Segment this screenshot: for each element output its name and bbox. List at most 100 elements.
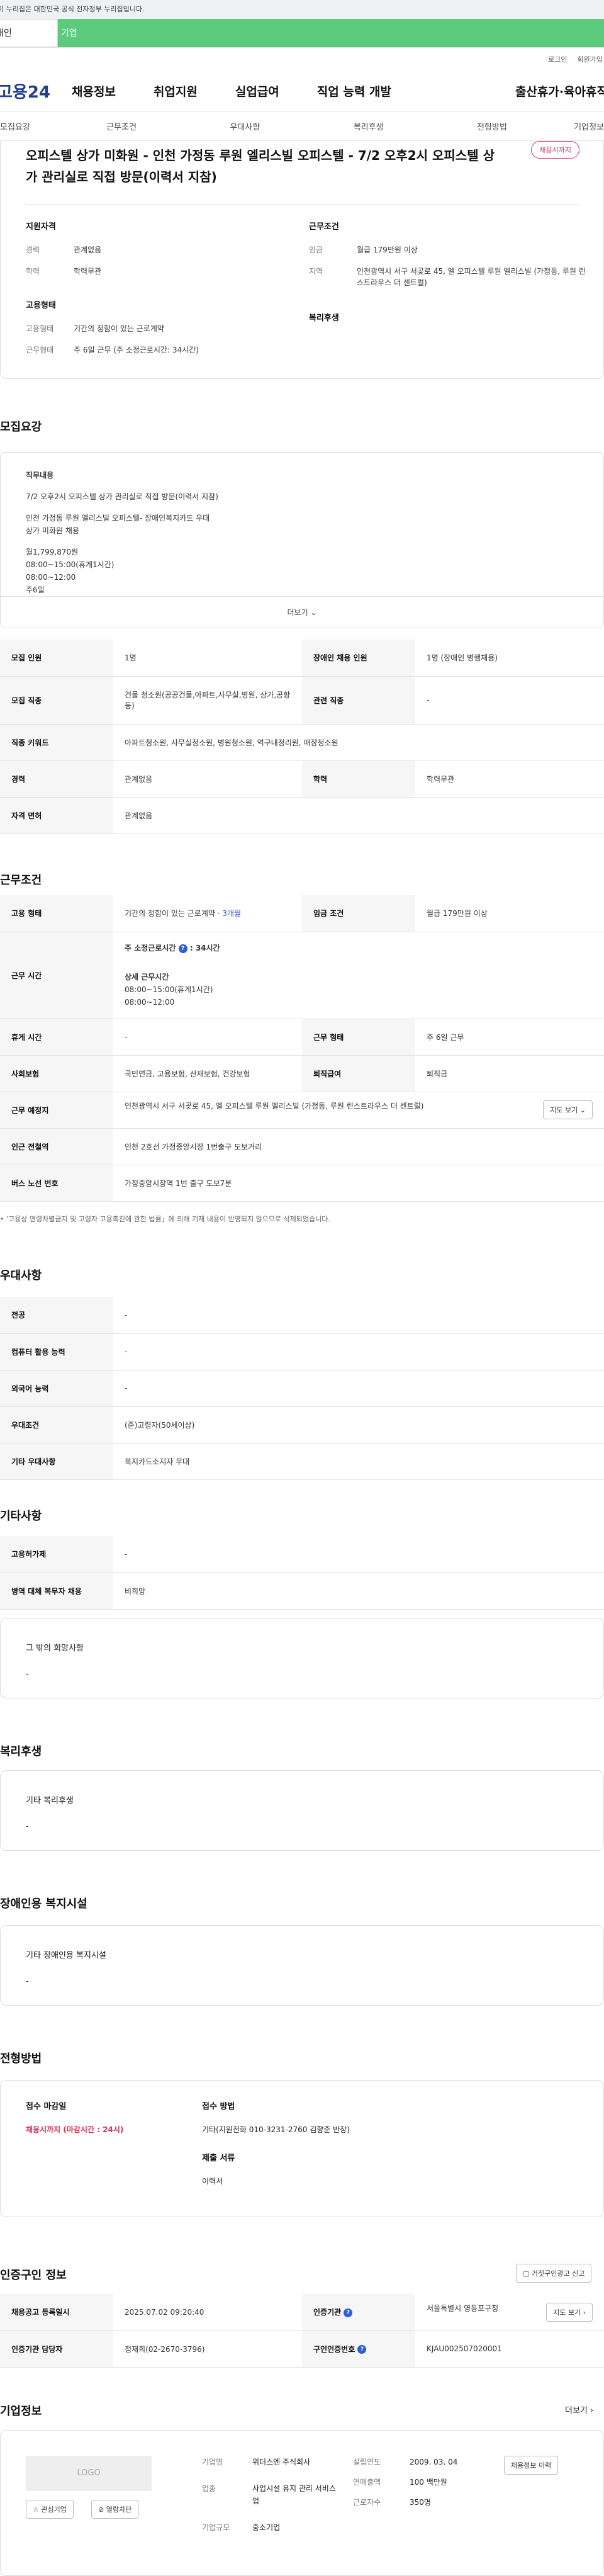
method-label: 접수 방법	[202, 2102, 235, 2111]
label: 임금 조건	[302, 895, 415, 932]
value: (준)고령자(50세이상)	[113, 1406, 604, 1443]
label: 사회보험	[0, 1055, 113, 1092]
value: -	[415, 676, 604, 725]
gnb-item[interactable]: 직업 능력 개발	[317, 82, 391, 99]
duty-line	[26, 503, 578, 512]
label: 병역 대체 복무자 채용	[0, 1573, 113, 1610]
duty-line: 08:00~12:00	[26, 573, 76, 582]
company-logo: LOGO	[26, 2456, 152, 2491]
info-icon[interactable]: ?	[344, 2308, 353, 2317]
snb-item[interactable]: 전형방법	[430, 120, 554, 132]
value: 주 6일 근무 (주 소정근로시간: 34시간)	[74, 346, 199, 354]
value: 1명	[113, 640, 302, 677]
ban-icon: ⊘	[98, 2505, 104, 2514]
gnb-item[interactable]: 채용정보	[72, 82, 116, 99]
login-link[interactable]: 로그인	[548, 54, 567, 64]
label: 임금	[309, 246, 323, 254]
tab-company[interactable]: 기업	[58, 19, 604, 47]
snb-item[interactable]: 기업정보	[554, 120, 604, 132]
emp-heading: 고용형태	[26, 301, 56, 310]
duty-line: 상가 미화원 채용	[26, 526, 79, 535]
etc-table: 고용허가제 - 병역 대체 복무자 채용 비희망	[0, 1536, 604, 1610]
section-title: 근무조건	[0, 874, 42, 887]
cert-table: 채용공고 등록일시 2025.07.02 09:20:40 인증기관 ? 서울특별시 …	[0, 2294, 604, 2368]
value: 월급 179만원 이상	[357, 246, 418, 254]
section-title: 모집요강	[0, 421, 42, 434]
gnb-item[interactable]: 출산휴가·육아휴직	[515, 82, 604, 99]
value: 비희망	[113, 1573, 604, 1610]
etc-box: 그 밖의 희망사항 -	[0, 1618, 604, 1698]
duty-line: 7/2 오후2시 오피스텔 상가 관리실로 직접 방문(이력서 지참)	[26, 492, 218, 501]
box-value: -	[26, 1669, 29, 1679]
snb-item[interactable]: 모집요강	[0, 120, 60, 132]
company-more-link[interactable]: 더보기 ›	[565, 2404, 593, 2415]
fav-button[interactable]: ☆ 관심기업	[26, 2500, 74, 2519]
section-title: 복리후생	[0, 1745, 42, 1758]
gov-banner: 이 누리집은 대한민국 공식 전자정부 누리집입니다.	[0, 0, 604, 19]
value: 기간의 정함이 있는 근로계약	[74, 324, 164, 333]
deadline-badge: 채용시까지	[531, 141, 579, 159]
value: 학력무관	[415, 760, 604, 798]
snb-item[interactable]: 근무조건	[60, 120, 183, 132]
report-button[interactable]: ▢ 거짓구인광고 신고	[516, 2264, 592, 2283]
site-logo[interactable]: 고용24	[0, 79, 72, 103]
label: 경력	[0, 760, 113, 798]
value: 학력무관	[74, 267, 102, 276]
qual-heading: 지원자격	[26, 222, 56, 232]
duty-line: 인천 가정동 루원 엘리스빌 오피스텔- 장애인복지카드 우대	[26, 514, 210, 523]
map-button[interactable]: 지도 보기 ›	[546, 2302, 593, 2322]
label: 버스 노선 번호	[0, 1165, 113, 1202]
info-icon[interactable]: ?	[178, 944, 187, 953]
gnb-item[interactable]: 취업지원	[154, 82, 198, 99]
label: 인증기관 ?	[302, 2294, 415, 2331]
company-jobs-button[interactable]: 채용정보 이력	[504, 2456, 559, 2475]
label: 고용허가제	[0, 1536, 113, 1573]
info-icon[interactable]: ?	[357, 2345, 367, 2354]
label: 장애인 채용 인원	[302, 640, 415, 677]
star-icon: ☆	[33, 2505, 39, 2514]
value: 관계없음	[113, 797, 604, 834]
docs-value: 이력서	[202, 2177, 223, 2186]
value: 인천 2호선 가정중앙시장 1번출구 도보거리	[113, 1128, 604, 1165]
block-button[interactable]: ⊘ 열람차단	[91, 2500, 139, 2519]
snb-item[interactable]: 복리후생	[307, 120, 430, 132]
deadline-value: 채용시까지 (마감시간 : 24시)	[26, 2125, 124, 2134]
value: 복지카드소지자 우대	[113, 1443, 604, 1480]
value: 인천광역시 서구 서곶로 45, 엘 오피스텔 루원 엘리스빌 (가정동, 루원…	[357, 267, 586, 287]
value: KJAU002507020001	[415, 2330, 604, 2368]
value: 인천광역시 서구 서곶로 45, 엘 오피스텔 루원 엘리스빌 (가정동, 루원…	[113, 1092, 604, 1129]
duty-label: 직무내용	[26, 471, 54, 480]
label: 외국어 능력	[0, 1370, 113, 1407]
value: 퇴직금	[415, 1055, 604, 1092]
more-button[interactable]: 더보기 ⌄	[1, 596, 603, 628]
map-button[interactable]: 지도 보기 ⌄	[543, 1100, 593, 1119]
chevron-down-icon: ⌄	[310, 608, 317, 617]
box-value: -	[26, 1822, 29, 1831]
value: 주 소정근로시간 ? : 34시간 상세 근무시간 08:00~15:00(휴게…	[113, 932, 604, 1019]
label: 학력	[26, 267, 40, 276]
gnb-item[interactable]: 실업급여	[235, 82, 279, 99]
tab-personal[interactable]: 개인	[0, 19, 58, 47]
global-nav: 고용24 채용정보 취업지원 실업급여 직업 능력 개발 출산휴가·육아휴직	[0, 71, 604, 112]
value: 건물 청소원(공공건물,아파트,사무실,병원, 상가,공항 등)	[113, 676, 302, 725]
welfare-heading: 복리후생	[309, 314, 339, 323]
label: 근무 예정지	[0, 1092, 113, 1129]
label: 인증기관 담당자	[0, 2330, 113, 2368]
label: 우대조건	[0, 1406, 113, 1443]
duty-box: 직무내용 7/2 오후2시 오피스텔 상가 관리실로 직접 방문(이력서 지참)…	[0, 452, 604, 628]
value: 월급 179만원 이상	[415, 895, 604, 932]
label: 인근 전철역	[0, 1128, 113, 1165]
label: 기타 우대사항	[0, 1443, 113, 1480]
label: 근무형태	[26, 346, 54, 354]
duty-line: 주6일	[26, 585, 45, 594]
process-box: 접수 마감일 채용시까지 (마감시간 : 24시) 접수 방법 기타(지원전화 …	[0, 2080, 604, 2217]
value: 가정중앙시장역 1번 출구 도보7분	[113, 1165, 604, 1202]
duty-line: 08:00~15:00(휴게1시간)	[26, 560, 115, 569]
job-summary-card: 오피스텔 상가 미화원 - 인천 가정동 루원 엘리스빌 오피스텔 - 7/2 …	[0, 141, 604, 379]
label: 모집 직종	[0, 676, 113, 725]
snb-item[interactable]: 우대사항	[183, 120, 306, 132]
section-title: 우대사항	[0, 1269, 42, 1282]
join-link[interactable]: 회원가입	[578, 54, 603, 64]
section-title: 장애인용 복지시설	[0, 1897, 87, 1911]
section-title: 전형방법	[0, 2052, 42, 2065]
